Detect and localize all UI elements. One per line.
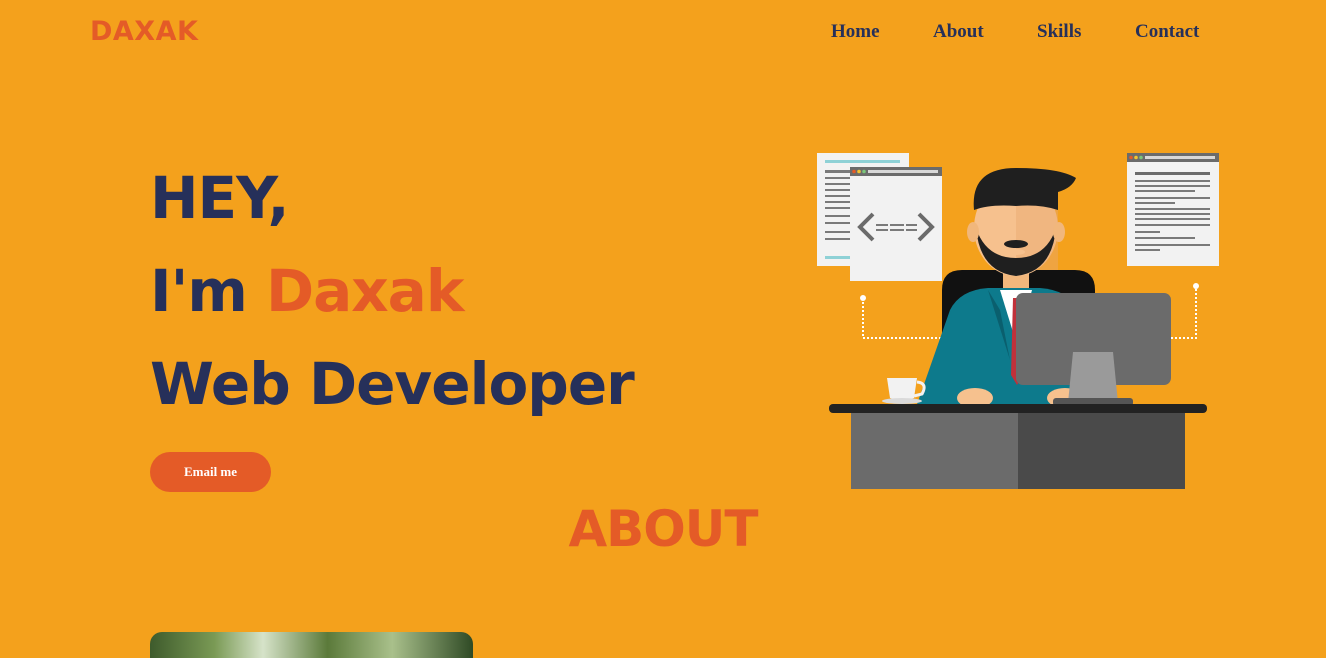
- about-photo: [150, 632, 473, 658]
- code-window-icon: [850, 167, 942, 281]
- main-nav: Home About Skills Contact: [0, 21, 1326, 45]
- hero-role: Web Developer: [150, 350, 635, 418]
- email-button[interactable]: Email me: [150, 452, 271, 492]
- nav-contact[interactable]: Contact: [1135, 21, 1199, 43]
- coffee-cup-icon: [882, 378, 926, 404]
- nav-skills[interactable]: Skills: [1037, 21, 1081, 43]
- hero-name: Daxak: [265, 257, 464, 325]
- nav-about[interactable]: About: [933, 21, 984, 43]
- nav-home[interactable]: Home: [831, 21, 880, 43]
- document-icon: [1127, 153, 1219, 266]
- hero-greeting: HEY,: [150, 164, 290, 232]
- hero-intro: I'm Daxak: [150, 257, 464, 325]
- hero-intro-prefix: I'm: [150, 257, 248, 325]
- about-title: ABOUT: [568, 500, 758, 558]
- page: DAXAK Home About Skills Contact HEY, I'm…: [0, 0, 1326, 658]
- developer-illustration: [817, 153, 1219, 489]
